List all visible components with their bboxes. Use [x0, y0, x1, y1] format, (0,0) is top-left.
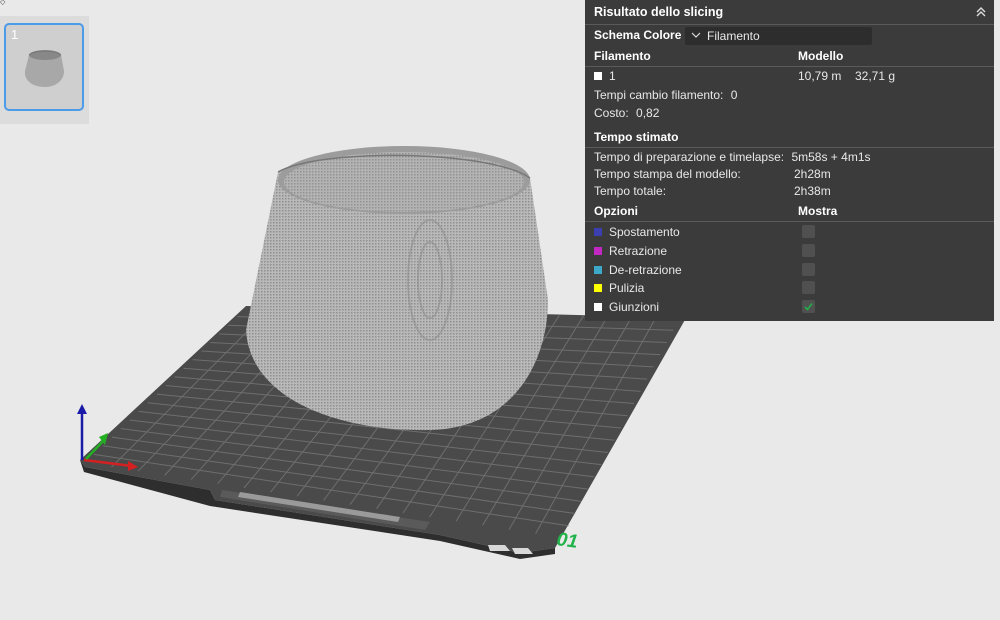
prep-time-label: Tempo di preparazione e timelapse:: [594, 150, 785, 164]
option-label: De-retrazione: [609, 263, 682, 277]
check-icon: [804, 303, 813, 311]
collapse-chevron-icon[interactable]: [974, 5, 988, 19]
option-row-seams: Giunzioni: [594, 298, 994, 316]
option-row-retraction: Retrazione: [594, 242, 994, 260]
model-preview: [246, 146, 548, 431]
wipe-visibility-checkbox[interactable]: [802, 281, 815, 294]
travel-color-swatch: [594, 227, 602, 236]
prep-time-value: 5m58s + 4m1s: [791, 150, 871, 164]
retraction-visibility-checkbox[interactable]: [802, 244, 815, 257]
option-row-deretraction: De-retrazione: [594, 261, 994, 279]
filament-color-swatch: [594, 71, 602, 80]
seams-color-swatch: [594, 302, 602, 311]
model-thumbnail-icon: [24, 50, 64, 87]
estimated-time-header: Tempo stimato: [594, 130, 679, 144]
color-scheme-value: Filamento: [707, 29, 760, 43]
model-header: Modello: [798, 49, 844, 63]
cost-label: Costo:: [594, 106, 629, 120]
options-header: Opzioni: [594, 204, 638, 218]
filament-header: Filamento: [594, 49, 651, 63]
filament-changes-value: 0: [730, 88, 738, 102]
cost-value: 0,82: [636, 106, 660, 120]
panel-title: Risultato dello slicing: [594, 5, 724, 19]
plate-thumbnail-index: 1: [11, 27, 19, 42]
plate-thumbnail[interactable]: 1: [4, 23, 84, 111]
deretraction-visibility-checkbox[interactable]: [802, 263, 815, 276]
retraction-color-swatch: [594, 246, 602, 255]
option-row-travel: Spostamento: [594, 223, 994, 241]
total-time-row: Tempo totale: 2h38m: [594, 182, 994, 200]
prep-time-row: Tempo di preparazione e timelapse: 5m58s…: [594, 148, 994, 166]
option-label: Spostamento: [609, 225, 680, 239]
cost-row: Costo: 0,82: [594, 104, 994, 122]
option-label: Pulizia: [609, 281, 645, 295]
filament-weight: 32,71 g: [855, 69, 896, 83]
color-scheme-select[interactable]: Filamento: [685, 27, 872, 45]
panel-header: Risultato dello slicing: [585, 0, 994, 25]
chevron-down-icon: [691, 32, 701, 38]
plate-number: 01: [555, 529, 579, 553]
option-label: Retrazione: [609, 244, 668, 258]
options-section-header: Opzioni Mostra: [594, 202, 994, 220]
filament-changes-label: Tempi cambio filamento:: [594, 88, 724, 102]
model-time-value: 2h28m: [794, 167, 831, 181]
deretraction-color-swatch: [594, 265, 602, 274]
plate-thumbnails: 1: [0, 16, 89, 124]
filament-changes-row: Tempi cambio filamento: 0: [594, 86, 994, 104]
wipe-color-swatch: [594, 283, 602, 292]
filament-id: 1: [609, 69, 616, 83]
total-time-label: Tempo totale:: [594, 184, 667, 198]
option-label: Giunzioni: [609, 300, 660, 314]
option-row-wipe: Pulizia: [594, 279, 994, 297]
travel-visibility-checkbox[interactable]: [802, 225, 815, 238]
total-time-value: 2h38m: [794, 184, 831, 198]
corner-marker: ◇: [0, 0, 6, 6]
slicing-result-panel: Risultato dello slicing Schema Colore Fi…: [585, 0, 994, 321]
model-time-row: Tempo stampa del modello: 2h28m: [594, 165, 994, 183]
seams-visibility-checkbox[interactable]: [802, 300, 815, 313]
filament-row: 1 10,79 m 32,71 g: [594, 67, 994, 85]
filament-section-header: Filamento Modello: [594, 47, 994, 65]
show-header: Mostra: [798, 204, 838, 218]
filament-length: 10,79 m: [798, 69, 842, 83]
model-time-label: Tempo stampa del modello:: [594, 167, 741, 181]
